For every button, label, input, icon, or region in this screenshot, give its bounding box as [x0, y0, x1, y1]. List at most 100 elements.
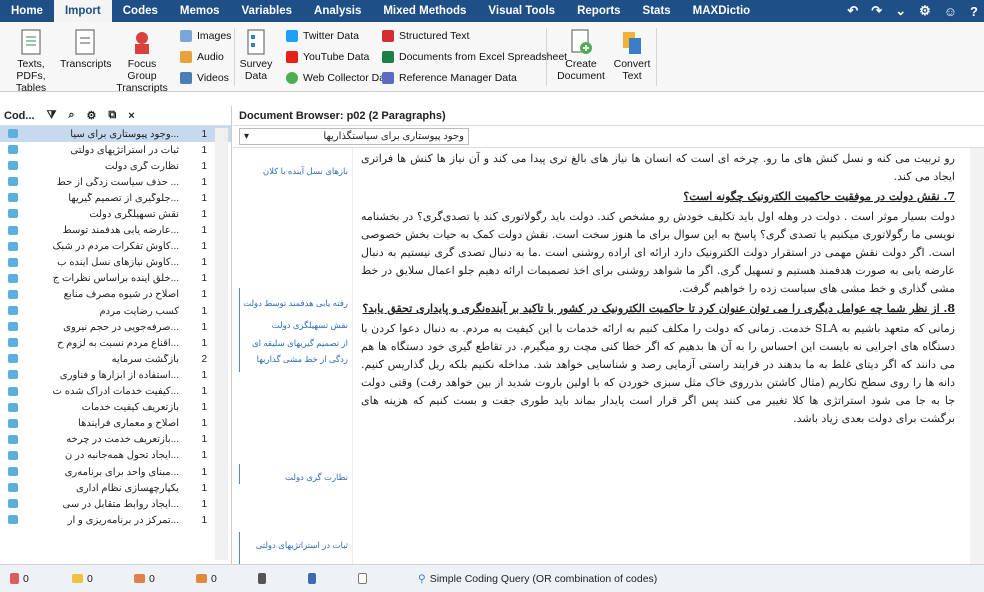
code-row[interactable]: نقش تسهیلگری دولت 1 — [0, 206, 231, 222]
code-row[interactable]: ...خلق آینده براساس نظرات ج 1 — [0, 271, 231, 287]
import-texts-button[interactable]: Texts, PDFs, Tables — [4, 28, 58, 94]
import-images-button[interactable]: Images — [180, 28, 231, 44]
code-row[interactable]: ...جلوگیری از تصمیم گیریها 1 — [0, 190, 231, 206]
document-scrollbar[interactable] — [970, 148, 984, 564]
code-row[interactable]: ...اقناع مردم نسبت به لزوم ح 1 — [0, 335, 231, 351]
menu-reports[interactable]: Reports — [566, 0, 631, 22]
code-count: 1 — [201, 418, 207, 430]
gear-icon[interactable]: ⚙ — [87, 109, 97, 122]
document-text[interactable]: رو تربیت می کنه و نسل کنش های ما رو. چرخ… — [355, 148, 965, 564]
coding-stripe[interactable] — [239, 464, 240, 484]
memo-label[interactable]: نظارت گری دولت — [285, 472, 348, 483]
code-tag-icon — [8, 466, 18, 476]
import-survey-button[interactable]: Survey Data — [238, 28, 274, 82]
search-icon[interactable]: ⌕ — [68, 109, 74, 122]
memo-margin: بازهای نسل آینده با کلان رفته یابی هدفمند… — [233, 148, 353, 564]
code-count: 1 — [201, 241, 207, 253]
import-audio-button[interactable]: Audio — [180, 49, 224, 65]
menu-memos[interactable]: Memos — [169, 0, 231, 22]
code-list-scrollbar[interactable] — [215, 128, 228, 560]
import-videos-label: Videos — [197, 72, 229, 84]
code-row[interactable]: ...کاوش تفکرات مردم در شبک 1 — [0, 239, 231, 255]
code-row[interactable]: ...ایجاد روابط متقابل در سی 1 — [0, 496, 231, 512]
undock-icon[interactable]: ⧉ — [108, 109, 116, 122]
code-row[interactable]: یکپارچهسازی نظام اداری 1 — [0, 480, 231, 496]
smiley-icon[interactable]: ☺ — [944, 4, 957, 19]
memo-label[interactable]: رفته یابی هدفمند توسط دولت — [243, 298, 348, 309]
status-query[interactable]: ⚲ Simple Coding Query (OR combination of… — [418, 573, 657, 585]
import-transcripts-button[interactable]: Transcripts — [60, 28, 112, 70]
menu-maxdictio[interactable]: MAXDictio — [682, 0, 762, 22]
paragraph-selector[interactable]: وجود پیوستاری برای سیاستگذاریها ▾ — [239, 128, 469, 145]
user-icon — [308, 573, 316, 584]
code-name: ...کاوش نیازهای نسل آینده ب — [57, 257, 179, 269]
code-row[interactable]: ...تمرکز در برنامه‌ریزی و ار 1 — [0, 512, 231, 528]
code-system-toolbar: Cod... ⧩ ⌕ ⚙ ⧉ × — [0, 106, 231, 126]
code-row[interactable]: ...صرفه‌جویی در حجم نیروی 1 — [0, 319, 231, 335]
code-name: ...وجود پیوستاری برای سیا — [70, 128, 179, 140]
chevron-down-icon[interactable]: ⌄ — [895, 3, 906, 19]
menu-analysis[interactable]: Analysis — [303, 0, 372, 22]
menu-visual-tools[interactable]: Visual Tools — [477, 0, 566, 22]
memo-label[interactable]: ثبات در استراتژیهای دولتی — [256, 540, 348, 551]
undo-icon[interactable]: ↶ — [847, 3, 858, 19]
redo-icon[interactable]: ↷ — [871, 3, 882, 19]
code-tag-icon — [8, 209, 18, 219]
code-row[interactable]: ...مبنای واحد برای برنامه‌ری 1 — [0, 464, 231, 480]
code-row[interactable]: ثبات در استراتژیهای دولتی 1 — [0, 142, 231, 158]
memo-label[interactable]: نقش تسهیلگری دولت — [272, 320, 348, 331]
menu-mixed-methods[interactable]: Mixed Methods — [372, 0, 477, 22]
memo-label[interactable]: زدگی از خط مشی گذاریها — [257, 354, 348, 365]
import-youtube-button[interactable]: YouTube Data — [286, 49, 369, 65]
code-count: 1 — [201, 160, 207, 172]
import-web-collector-button[interactable]: Web Collector Data — [286, 70, 394, 86]
gear-icon[interactable]: ⚙ — [919, 3, 931, 19]
code-row[interactable]: بازگشت سرمایه 2 — [0, 351, 231, 367]
status-user-toggle[interactable] — [308, 573, 348, 584]
code-row[interactable]: ...ایجاد تحول همه‌جانبه در ن 1 — [0, 448, 231, 464]
import-reference-button[interactable]: Reference Manager Data — [382, 70, 517, 86]
code-tag-icon — [8, 273, 18, 283]
menu-stats[interactable]: Stats — [632, 0, 682, 22]
menu-variables[interactable]: Variables — [231, 0, 304, 22]
convert-text-button[interactable]: Convert Text — [612, 28, 652, 82]
code-row[interactable]: نظارت گری دولت 1 — [0, 158, 231, 174]
code-tag-icon — [8, 483, 18, 493]
import-twitter-button[interactable]: Twitter Data — [286, 28, 359, 44]
code-row[interactable]: ...وجود پیوستاری برای سیا 1 — [0, 126, 231, 143]
code-row[interactable]: ...استفاده از ابزارها و فناوری 1 — [0, 367, 231, 383]
paragraph: دولت بسیار موثر است . دولت در وهله اول ب… — [361, 210, 955, 295]
code-row[interactable]: ...کیفیت خدمات ادراک شده ت 1 — [0, 384, 231, 400]
code-row[interactable]: ... حذف سیاست زدگی از حط 1 — [0, 174, 231, 190]
code-row[interactable]: ...بازتعریف خدمت در چرخه 1 — [0, 432, 231, 448]
close-icon[interactable]: × — [128, 110, 134, 122]
code-name: ...عارضه یابی هدفمند توسط — [62, 225, 179, 237]
menu-import[interactable]: Import — [53, 0, 112, 22]
import-focus-group-button[interactable]: Focus Group Transcripts — [112, 28, 172, 94]
memo-label[interactable]: بازهای نسل آینده با کلان — [263, 166, 348, 177]
code-row[interactable]: اصلاح و معماری فرایندها 1 — [0, 416, 231, 432]
status-page-toggle[interactable] — [358, 573, 398, 584]
create-document-button[interactable]: Create Document — [552, 28, 610, 82]
filter-icon[interactable]: ⧩ — [47, 109, 57, 122]
code-row[interactable]: بازتعریف کیفیت خدمات 1 — [0, 400, 231, 416]
menu-codes[interactable]: Codes — [112, 0, 169, 22]
help-icon[interactable]: ? — [970, 4, 978, 19]
memo-label[interactable]: از تصمیم گیریهای سلیقه ای — [252, 338, 348, 349]
coding-stripe[interactable] — [239, 316, 240, 372]
import-transcripts-label: Transcripts — [60, 58, 112, 70]
code-row[interactable]: ...کاوش نیازهای نسل آینده ب 1 — [0, 255, 231, 271]
menu-home[interactable]: Home — [0, 0, 54, 22]
status-doc-toggle[interactable] — [258, 573, 298, 584]
code-name: ...ایجاد تحول همه‌جانبه در ن — [64, 450, 179, 462]
code-row[interactable]: اصلاح در شیوه مصرف منابع 1 — [0, 287, 231, 303]
coding-stripe[interactable] — [239, 532, 240, 564]
import-structured-text-button[interactable]: Structured Text — [382, 28, 469, 44]
code-tag-icon — [8, 370, 18, 380]
document-browser-title: Document Browser: p02 (2 Paragraphs) — [239, 109, 446, 122]
code-row[interactable]: ...عارضه یابی هدفمند توسط 1 — [0, 223, 231, 239]
audio-icon — [180, 51, 192, 63]
import-videos-button[interactable]: Videos — [180, 70, 229, 86]
code-row[interactable]: کسب رضایت مردم 1 — [0, 303, 231, 319]
import-excel-button[interactable]: Documents from Excel Spreadsheet — [382, 49, 567, 65]
